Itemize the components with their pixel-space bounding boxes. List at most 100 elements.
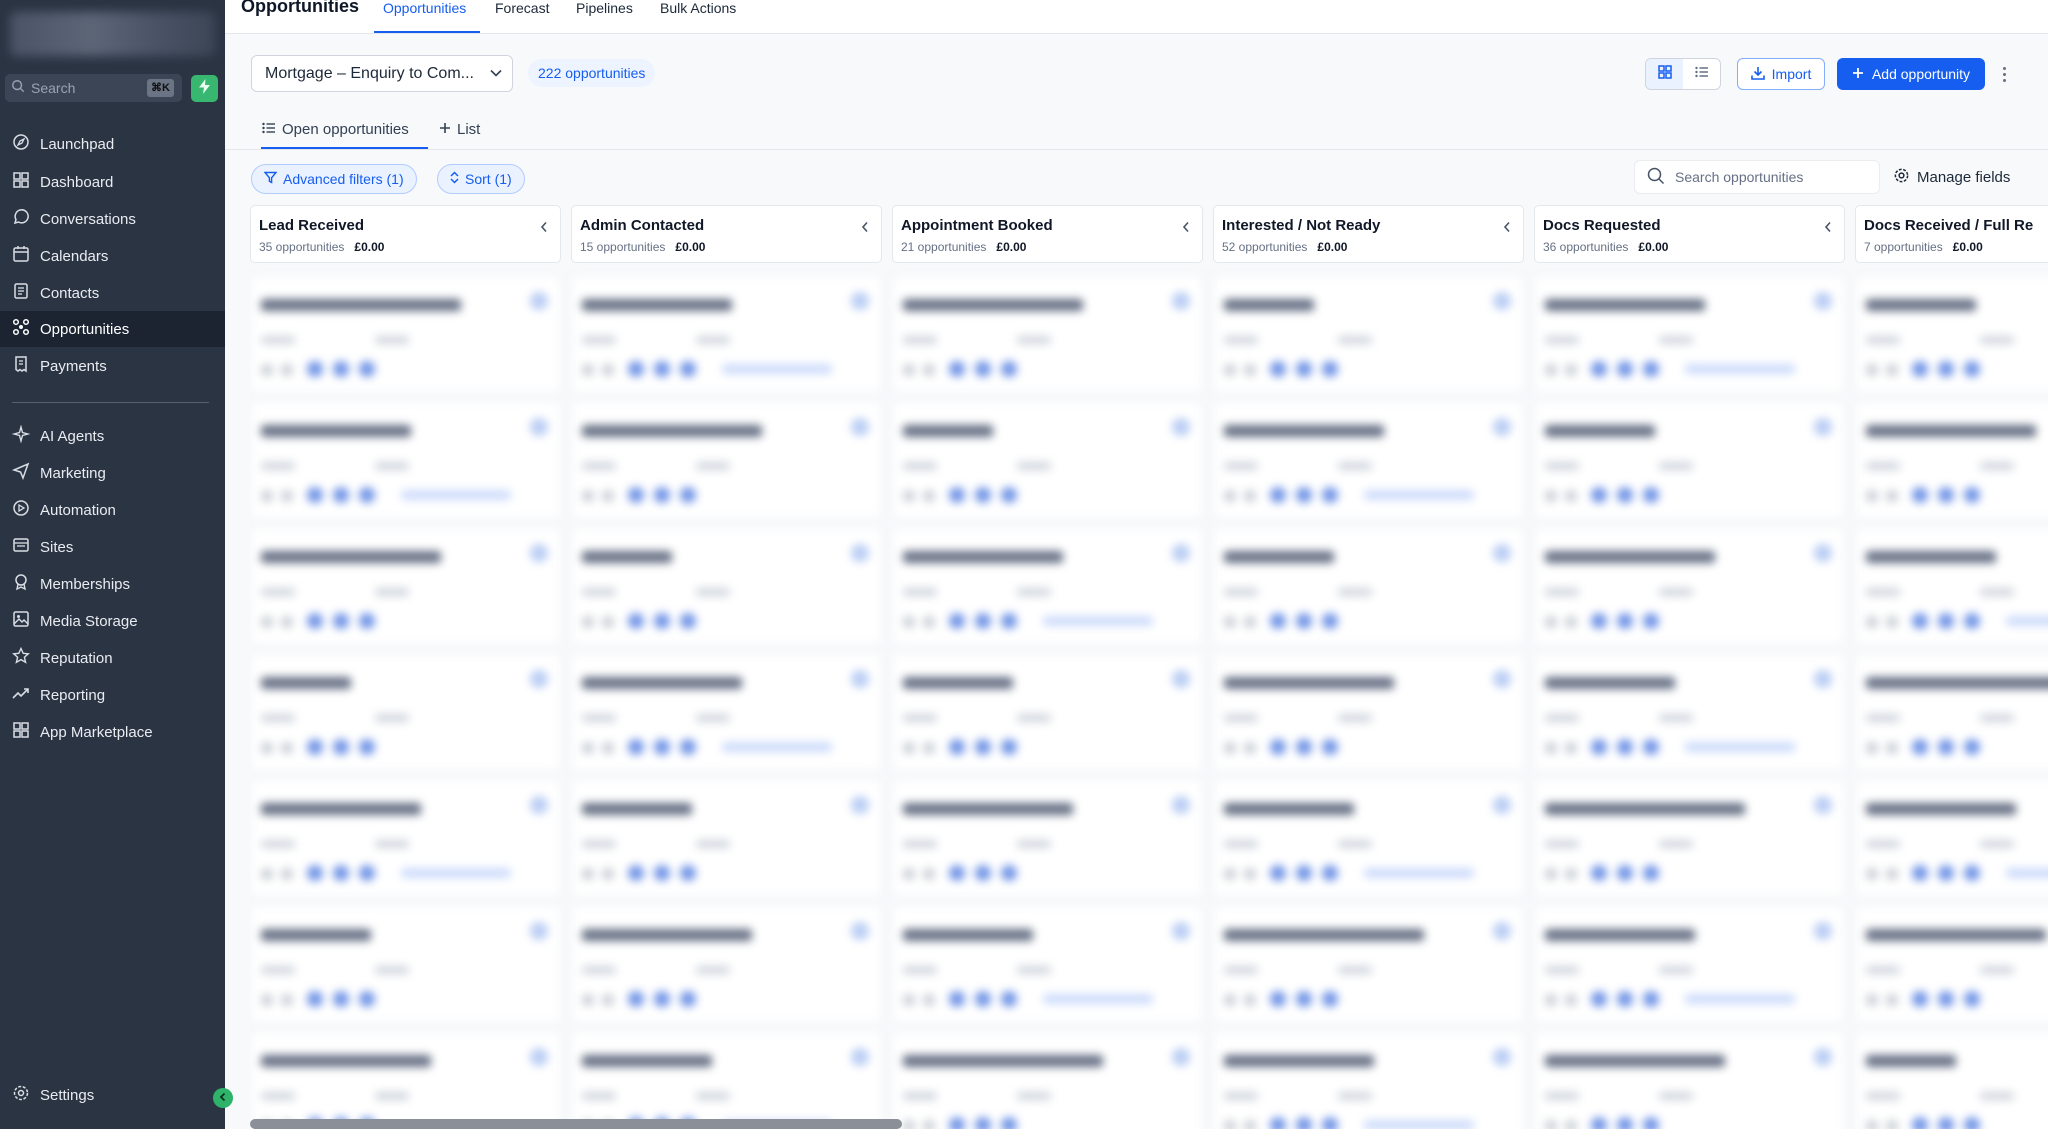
pipeline-select[interactable]: Mortgage – Enquiry to Com... — [251, 55, 513, 92]
opportunity-card[interactable] — [250, 653, 561, 771]
tab-forecast[interactable]: Forecast — [495, 0, 549, 16]
opportunity-card[interactable] — [1534, 401, 1845, 519]
opportunity-card[interactable] — [892, 653, 1203, 771]
opportunity-card[interactable] — [1213, 401, 1524, 519]
sidebar-item-launchpad[interactable]: Launchpad — [0, 126, 225, 162]
opportunity-card[interactable] — [1855, 401, 2048, 519]
sort-chip[interactable]: Sort (1) — [437, 164, 525, 194]
opportunity-card[interactable] — [250, 905, 561, 1023]
opportunity-card[interactable] — [1855, 653, 2048, 771]
opportunity-card[interactable] — [571, 1031, 882, 1129]
sidebar-item-app-marketplace[interactable]: App Marketplace — [0, 714, 225, 750]
opportunity-card[interactable] — [250, 275, 561, 393]
board-horizontal-scrollbar[interactable] — [250, 1119, 902, 1129]
tab-pipelines[interactable]: Pipelines — [576, 0, 633, 16]
column-count: 15 opportunities — [580, 240, 666, 254]
opportunity-card[interactable] — [1534, 779, 1845, 897]
sidebar-item-settings[interactable]: Settings — [0, 1077, 225, 1113]
sidebar-collapse-button[interactable] — [213, 1088, 233, 1108]
advanced-filters-chip[interactable]: Advanced filters (1) — [251, 164, 417, 194]
opportunity-card[interactable] — [1855, 779, 2048, 897]
sidebar-item-reputation[interactable]: Reputation — [0, 640, 225, 676]
opportunity-card[interactable] — [250, 401, 561, 519]
opportunity-card[interactable] — [1213, 275, 1524, 393]
automation-icon — [12, 499, 40, 521]
opportunity-card[interactable] — [1855, 275, 2048, 393]
opportunity-card[interactable] — [892, 779, 1203, 897]
sidebar-item-label: Reputation — [40, 649, 113, 667]
opportunity-card[interactable] — [1534, 905, 1845, 1023]
sidebar-item-memberships[interactable]: Memberships — [0, 566, 225, 602]
tab-bulk-actions[interactable]: Bulk Actions — [660, 0, 736, 16]
subtab-open-opportunities[interactable]: Open opportunities — [262, 117, 409, 141]
column-meta: 15 opportunities £0.00 — [580, 240, 705, 254]
sidebar-item-sites[interactable]: Sites — [0, 529, 225, 565]
board-view-button[interactable] — [1646, 59, 1683, 89]
contacts-icon — [12, 282, 40, 304]
collapse-column-icon[interactable] — [1824, 220, 1832, 238]
column-header: Docs Requested 36 opportunities £0.00 — [1534, 205, 1845, 263]
sidebar-item-media-storage[interactable]: Media Storage — [0, 603, 225, 639]
opportunity-card[interactable] — [1213, 653, 1524, 771]
opportunity-card[interactable] — [250, 1031, 561, 1129]
opportunity-card[interactable] — [1855, 905, 2048, 1023]
sidebar-item-dashboard[interactable]: Dashboard — [0, 164, 225, 200]
opportunity-card[interactable] — [1534, 527, 1845, 645]
opportunity-card[interactable] — [1213, 905, 1524, 1023]
opportunity-card[interactable] — [1855, 527, 2048, 645]
sidebar-item-contacts[interactable]: Contacts — [0, 275, 225, 311]
opportunity-card[interactable] — [1534, 1031, 1845, 1129]
opportunity-card[interactable] — [1534, 653, 1845, 771]
collapse-column-icon[interactable] — [861, 220, 869, 238]
opportunity-card[interactable] — [571, 653, 882, 771]
sidebar-item-label: Calendars — [40, 247, 109, 265]
manage-fields-button[interactable]: Manage fields — [1893, 167, 2010, 188]
collapse-column-icon[interactable] — [1182, 220, 1190, 238]
list-view-button[interactable] — [1683, 59, 1720, 89]
opportunity-card[interactable] — [1213, 1031, 1524, 1129]
subtab-add-list[interactable]: List — [439, 117, 480, 141]
opportunity-card[interactable] — [250, 779, 561, 897]
opportunity-card[interactable] — [1213, 527, 1524, 645]
sidebar-search[interactable]: Search ⌘K — [5, 74, 182, 102]
sidebar-item-conversations[interactable]: Conversations — [0, 201, 225, 237]
collapse-column-icon[interactable] — [1503, 220, 1511, 238]
opportunity-card[interactable] — [892, 527, 1203, 645]
add-opportunity-button[interactable]: Add opportunity — [1837, 58, 1985, 90]
tab-opportunities[interactable]: Opportunities — [383, 0, 466, 16]
receipt-icon — [12, 355, 40, 377]
opportunity-card[interactable] — [571, 905, 882, 1023]
opportunity-card[interactable] — [571, 401, 882, 519]
opportunity-card[interactable] — [1213, 779, 1524, 897]
search-opportunities-input[interactable]: Search opportunities — [1634, 160, 1880, 194]
opportunity-card[interactable] — [571, 779, 882, 897]
opportunity-card[interactable] — [892, 401, 1203, 519]
top-header: Opportunities Opportunities Forecast Pip… — [225, 0, 2048, 34]
opportunity-card[interactable] — [1534, 275, 1845, 393]
sidebar-item-marketing[interactable]: Marketing — [0, 455, 225, 491]
sidebar-item-label: App Marketplace — [40, 723, 153, 741]
opportunity-card[interactable] — [571, 275, 882, 393]
opportunity-card[interactable] — [250, 527, 561, 645]
opportunity-card[interactable] — [892, 1031, 1203, 1129]
sidebar-item-automation[interactable]: Automation — [0, 492, 225, 528]
import-button[interactable]: Import — [1737, 58, 1825, 90]
quick-actions-button[interactable] — [191, 75, 218, 102]
company-logo[interactable] — [10, 12, 215, 56]
sidebar-item-reporting[interactable]: Reporting — [0, 677, 225, 713]
sidebar-item-opportunities[interactable]: Opportunities — [0, 311, 225, 347]
subtab-label: List — [457, 120, 481, 138]
opportunity-card[interactable] — [571, 527, 882, 645]
sidebar-item-ai-agents[interactable]: AI Agents — [0, 418, 225, 454]
sidebar-item-payments[interactable]: Payments — [0, 348, 225, 384]
pipeline-select-value: Mortgage – Enquiry to Com... — [265, 64, 474, 82]
manage-fields-label: Manage fields — [1917, 169, 2011, 186]
pipeline-column: Admin Contacted 15 opportunities £0.00 — [571, 205, 882, 1129]
more-options-button[interactable] — [1996, 62, 2012, 86]
collapse-column-icon[interactable] — [540, 220, 548, 238]
sidebar-item-calendars[interactable]: Calendars — [0, 238, 225, 274]
opportunity-card[interactable] — [1855, 1031, 2048, 1129]
column-title: Interested / Not Ready — [1222, 217, 1381, 234]
opportunity-card[interactable] — [892, 905, 1203, 1023]
opportunity-card[interactable] — [892, 275, 1203, 393]
